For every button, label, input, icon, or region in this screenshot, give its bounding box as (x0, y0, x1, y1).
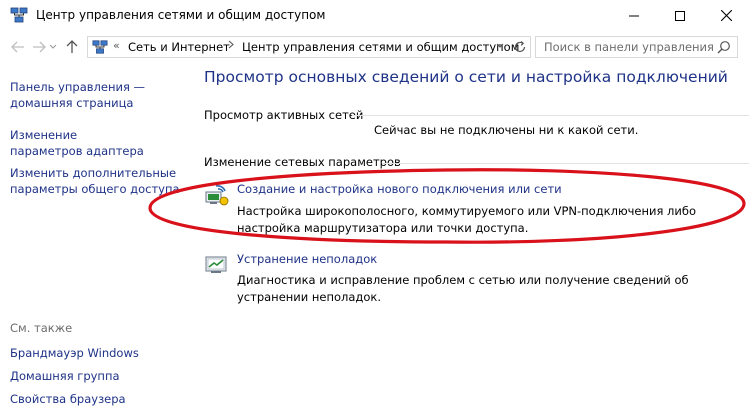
page-title: Просмотр основных сведений о сети и наст… (204, 68, 728, 86)
sidebar-link-sharing[interactable]: Изменить дополнительные параметры общего… (10, 165, 180, 197)
search-placeholder: Поиск в панели управления (544, 40, 714, 54)
troubleshoot-link[interactable]: Устранение неполадок (237, 252, 377, 266)
create-connection-description: Настройка широкополосного, коммутируемог… (237, 204, 697, 235)
refresh-icon[interactable] (512, 39, 528, 55)
sidebar-link-home[interactable]: Панель управления — домашняя страница (10, 79, 150, 111)
sidebar-link-browser-properties[interactable]: Свойства браузера (10, 391, 126, 407)
troubleshoot-description: Диагностика и исправление проблем с сеть… (237, 273, 689, 304)
recent-locations-chevron-icon[interactable] (48, 39, 58, 55)
connection-status-text: Сейчас вы не подключены ни к какой сети. (374, 123, 639, 137)
sidebar-link-firewall[interactable]: Брандмауэр Windows (10, 345, 139, 361)
divider (352, 115, 749, 116)
minimize-icon (629, 15, 639, 16)
create-connection-link[interactable]: Создание и настройка нового подключения … (237, 182, 562, 196)
new-connection-icon[interactable] (204, 183, 230, 207)
network-center-icon (10, 7, 28, 23)
address-bar[interactable]: « Сеть и Интернет Центр управления сетям… (87, 36, 531, 58)
see-also-heading: См. также (10, 321, 73, 335)
change-settings-heading: Изменение сетевых параметров (204, 155, 401, 169)
sidebar-link-homegroup[interactable]: Домашняя группа (10, 368, 120, 384)
close-icon (720, 10, 732, 21)
window-title: Центр управления сетями и общим доступом (36, 8, 326, 22)
address-dropdown-icon[interactable] (496, 42, 504, 51)
search-icon[interactable] (717, 40, 731, 54)
breadcrumb-chevron-icon[interactable] (228, 39, 234, 52)
minimize-button[interactable] (611, 0, 657, 31)
back-arrow-icon[interactable] (10, 39, 26, 55)
title-bar: Центр управления сетями и общим доступом (0, 0, 749, 31)
breadcrumb-network-center[interactable]: Центр управления сетями и общим доступом (242, 40, 519, 54)
up-arrow-icon[interactable] (64, 39, 80, 55)
breadcrumb-network-internet[interactable]: Сеть и Интернет (128, 40, 230, 54)
maximize-button[interactable] (657, 0, 703, 31)
troubleshoot-icon[interactable] (204, 253, 230, 277)
left-pane: Панель управления — домашняя страница Из… (0, 63, 190, 416)
divider (382, 163, 749, 164)
network-center-icon (92, 39, 108, 55)
search-input[interactable]: Поиск в панели управления (535, 36, 738, 58)
active-networks-heading: Просмотр активных сетей (204, 108, 364, 122)
maximize-icon (675, 10, 685, 21)
close-button[interactable] (703, 0, 749, 31)
navigation-bar: « Сеть и Интернет Центр управления сетям… (0, 31, 749, 63)
forward-arrow-icon[interactable] (31, 39, 47, 55)
sidebar-link-adapter[interactable]: Изменение параметров адаптера (10, 127, 150, 159)
breadcrumb-overflow[interactable]: « (113, 39, 120, 52)
